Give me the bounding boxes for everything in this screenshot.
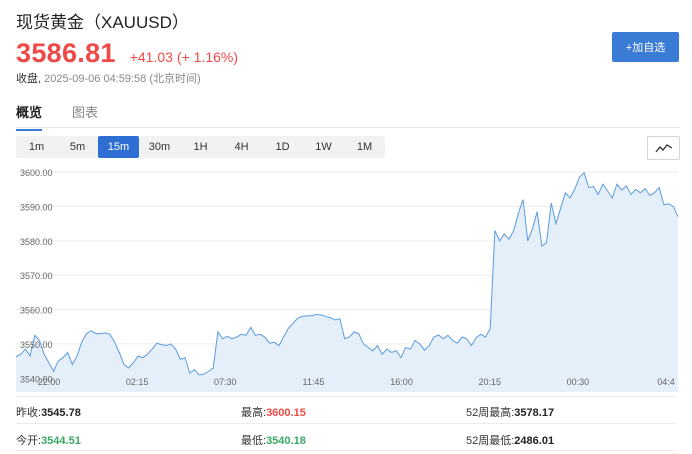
stat-label: 最低: (241, 435, 267, 447)
interval-4h[interactable]: 4H (221, 136, 262, 158)
interval-1h[interactable]: 1H (180, 136, 221, 158)
stat-label: 52周最高: (466, 407, 515, 419)
current-price: 3586.81 (16, 38, 116, 68)
stat-value: 2486.01 (514, 435, 555, 447)
stat-value: 3540.18 (266, 435, 306, 447)
stat-open: 今开:3544.51 (16, 432, 81, 448)
y-tick-label: 3590.00 (20, 202, 53, 212)
stat-value: 3544.51 (41, 435, 81, 447)
stat-low: 最低:3540.18 (241, 432, 306, 448)
stat-value: 3578.17 (514, 407, 555, 419)
x-tick-label: 02:15 (126, 377, 149, 387)
stat-prev-close: 昨收:3545.78 (16, 404, 81, 420)
stat-value: 3545.78 (41, 407, 81, 419)
x-tick-label: 22:00 (38, 377, 61, 387)
x-tick-label: 04:4 (657, 377, 675, 387)
interval-30m[interactable]: 30m (139, 136, 180, 158)
x-tick-label: 11:45 (302, 377, 324, 387)
quote-row: 3586.81 +41.03 (+ 1.16%) (16, 38, 238, 69)
chart-type-button[interactable] (647, 136, 680, 160)
x-tick-label: 00:30 (567, 377, 590, 387)
stat-label: 52周最低: (466, 435, 515, 447)
y-tick-label: 3600.00 (20, 168, 53, 178)
line-chart-icon (654, 144, 672, 153)
interval-1m[interactable]: 1m (16, 136, 57, 158)
interval-5m[interactable]: 5m (57, 136, 98, 158)
interval-1w[interactable]: 1W (303, 136, 344, 158)
price-chart[interactable]: 3600.00 3590.00 3580.00 3570.00 3560.00 3550.… (0, 166, 692, 394)
interval-1d[interactable]: 1D (262, 136, 303, 158)
stat-label: 昨收: (16, 407, 42, 419)
y-tick-label: 3580.00 (20, 237, 53, 247)
interval-1mo[interactable]: 1M (344, 136, 385, 158)
stat-value: 3600.15 (266, 407, 306, 419)
x-tick-label: 07:30 (214, 377, 237, 387)
market-status: 收盘, 2025-09-06 04:59:58 (北京时间) (16, 70, 201, 86)
x-tick-label: 16:00 (390, 377, 413, 387)
stat-high: 最高:3600.15 (241, 404, 306, 420)
stat-52w-high: 52周最高:3578.17 (466, 404, 554, 420)
stats-bottom-divider (16, 450, 676, 451)
interval-selector: 1m 5m 15m 30m 1H 4H 1D 1W 1M (16, 136, 385, 158)
y-tick-label: 3570.00 (20, 271, 53, 281)
y-tick-label: 3560.00 (20, 306, 53, 316)
price-change-percent: (+ 1.16%) (176, 49, 239, 65)
stats-top-divider (16, 396, 676, 397)
stat-52w-low: 52周最低:2486.01 (466, 432, 554, 448)
tabs-divider (16, 127, 680, 128)
y-tick-label: 3550.00 (20, 340, 53, 350)
stat-label: 今开: (16, 435, 42, 447)
x-tick-label: 20:15 (478, 377, 501, 387)
stats-row-divider (16, 423, 676, 424)
add-to-watchlist-button[interactable]: +加自选 (612, 32, 679, 62)
status-label: 收盘, (16, 73, 42, 85)
interval-15m[interactable]: 15m (98, 136, 139, 158)
price-area-fill (16, 172, 678, 392)
page-title: 现货黄金（XAUUSD） (16, 13, 189, 32)
stat-label: 最高: (241, 407, 267, 419)
status-timestamp: 2025-09-06 04:59:58 (北京时间) (44, 73, 201, 85)
price-change: +41.03 (129, 49, 173, 65)
